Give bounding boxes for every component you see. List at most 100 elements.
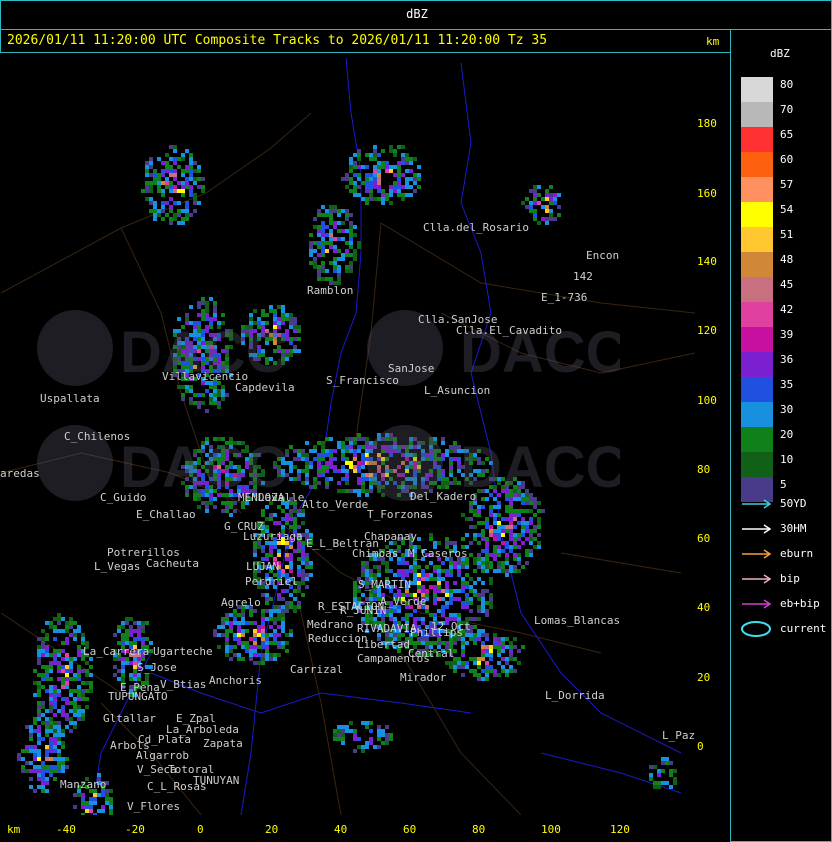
echo-pixel	[377, 181, 381, 185]
echo-pixel	[245, 621, 249, 625]
echo-pixel	[289, 553, 293, 557]
echo-pixel	[189, 193, 193, 197]
place-label: C_Chilenos	[64, 430, 131, 443]
echo-pixel	[473, 669, 477, 673]
echo-pixel	[185, 185, 189, 189]
echo-pixel	[61, 641, 65, 645]
echo-pixel	[429, 613, 433, 617]
echo-pixel	[325, 233, 329, 237]
echo-pixel	[73, 713, 77, 717]
echo-pixel	[397, 165, 401, 169]
place-label: V_Flores	[127, 800, 180, 813]
echo-pixel	[373, 197, 377, 201]
echo-pixel	[289, 605, 293, 609]
echo-pixel	[461, 601, 465, 605]
echo-pixel	[513, 565, 517, 569]
echo-pixel	[69, 721, 73, 725]
echo-pixel	[25, 749, 29, 753]
echo-pixel	[265, 653, 269, 657]
echo-pixel	[493, 673, 497, 677]
echo-pixel	[513, 525, 517, 529]
echo-pixel	[393, 149, 397, 153]
echo-pixel	[73, 621, 77, 625]
echo-pixel	[425, 641, 429, 645]
echo-pixel	[33, 757, 37, 761]
echo-pixel	[369, 617, 373, 621]
echo-pixel	[361, 565, 365, 569]
echo-pixel	[21, 765, 25, 769]
echo-pixel	[37, 709, 41, 713]
echo-pixel	[49, 749, 53, 753]
echo-pixel	[521, 645, 525, 649]
echo-pixel	[397, 569, 401, 573]
echo-pixel	[385, 737, 389, 741]
echo-pixel	[321, 253, 325, 257]
legend-swatch-label: 5	[780, 478, 787, 491]
echo-pixel	[85, 669, 89, 673]
echo-pixel	[321, 213, 325, 217]
echo-pixel	[545, 193, 549, 197]
echo-pixel	[37, 653, 41, 657]
echo-pixel	[413, 617, 417, 621]
echo-pixel	[373, 165, 377, 169]
echo-pixel	[257, 661, 261, 665]
echo-pixel	[485, 637, 489, 641]
echo-pixel	[417, 565, 421, 569]
echo-pixel	[345, 217, 349, 221]
echo-pixel	[293, 549, 297, 553]
echo-pixel	[237, 613, 241, 617]
echo-pixel	[361, 573, 365, 577]
echo-pixel	[333, 221, 337, 225]
echo-pixel	[37, 773, 41, 777]
echo-pixel	[185, 213, 189, 217]
echo-pixel	[37, 777, 41, 781]
echo-pixel	[73, 725, 77, 729]
echo-pixel	[165, 213, 169, 217]
echo-pixel	[481, 561, 485, 565]
echo-pixel	[377, 165, 381, 169]
echo-pixel	[65, 637, 69, 641]
echo-pixel	[449, 597, 453, 601]
echo-pixel	[201, 185, 205, 189]
echo-pixel	[349, 245, 353, 249]
echo-pixel	[53, 745, 57, 749]
echo-pixel	[485, 537, 489, 541]
legend-swatch-label: 20	[780, 428, 794, 441]
echo-pixel	[381, 189, 385, 193]
echo-pixel	[381, 161, 385, 165]
echo-pixel	[181, 185, 185, 189]
echo-pixel	[45, 749, 49, 753]
echo-pixel	[357, 185, 361, 189]
echo-pixel	[65, 757, 69, 761]
echo-pixel	[197, 201, 201, 205]
echo-pixel	[497, 653, 501, 657]
echo-pixel	[73, 697, 77, 701]
echo-pixel	[397, 561, 401, 565]
echo-pixel	[321, 225, 325, 229]
echo-pixel	[225, 637, 229, 641]
echo-pixel	[361, 165, 365, 169]
echo-pixel	[121, 637, 125, 641]
echo-pixel	[73, 721, 77, 725]
echo-pixel	[329, 241, 333, 245]
echo-pixel	[109, 809, 113, 813]
echo-pixel	[489, 657, 493, 661]
echo-pixel	[121, 633, 125, 637]
echo-pixel	[497, 553, 501, 557]
echo-pixel	[305, 561, 309, 565]
echo-pixel	[261, 545, 265, 549]
echo-pixel	[85, 705, 89, 709]
echo-pixel	[481, 597, 485, 601]
echo-pixel	[41, 673, 45, 677]
echo-pixel	[437, 581, 441, 585]
echo-pixel	[397, 573, 401, 577]
echo-pixel	[477, 577, 481, 581]
echo-pixel	[253, 609, 257, 613]
echo-pixel	[497, 673, 501, 677]
echo-pixel	[509, 641, 513, 645]
echo-pixel	[305, 565, 309, 569]
echo-pixel	[485, 665, 489, 669]
echo-pixel	[373, 565, 377, 569]
echo-pixel	[497, 641, 501, 645]
echo-pixel	[285, 633, 289, 637]
